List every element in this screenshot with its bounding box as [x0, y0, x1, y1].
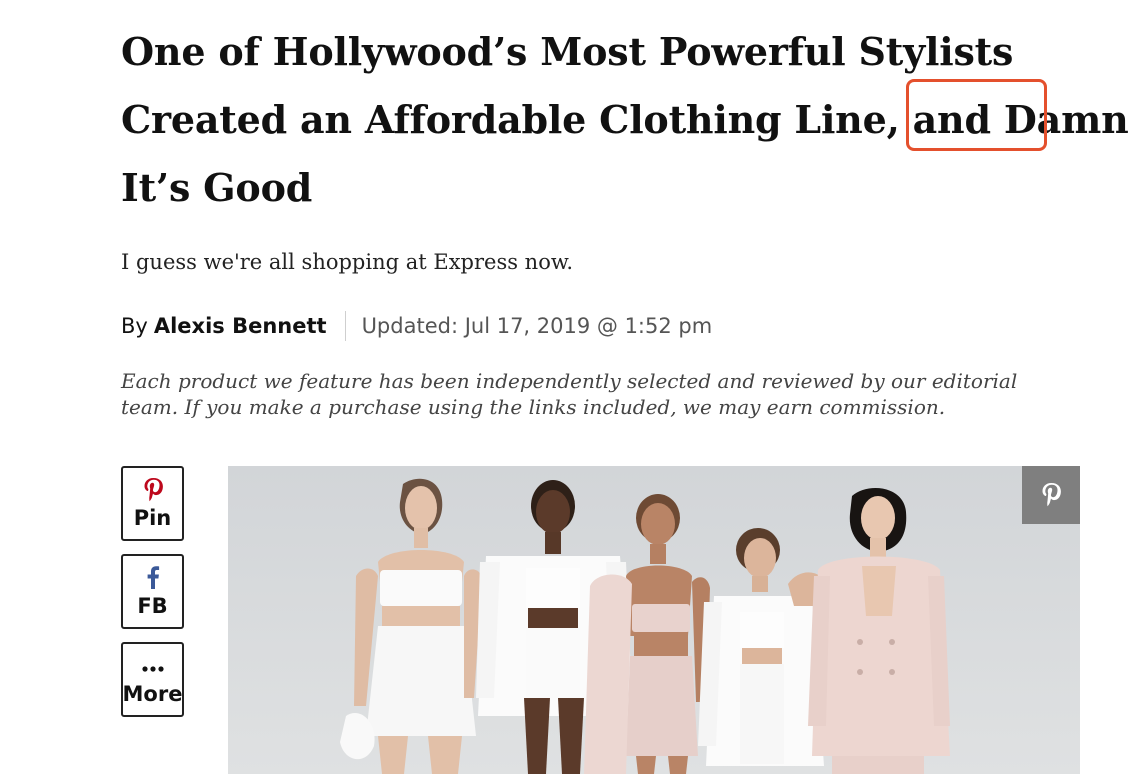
article-dek: I guess we're all shopping at Express no… — [121, 250, 574, 274]
more-dots-icon — [141, 653, 165, 681]
hero-photo-illustration — [228, 466, 1080, 774]
pin-share-button[interactable]: Pin — [121, 466, 184, 541]
hero-image — [228, 466, 1080, 774]
more-share-button[interactable]: More — [121, 642, 184, 717]
byline: By Alexis Bennett Updated: Jul 17, 2019 … — [121, 309, 712, 343]
headline-line-3: It’s Good — [121, 165, 313, 210]
updated-timestamp: Updated: Jul 17, 2019 @ 1:52 pm — [361, 314, 713, 338]
headline-line-2: Created an Affordable Clothing Line, and… — [121, 97, 1128, 142]
byline-prefix: By — [121, 314, 148, 338]
pin-share-label: Pin — [133, 505, 172, 530]
author-link[interactable]: Alexis Bennett — [154, 314, 327, 338]
more-share-label: More — [122, 681, 183, 706]
byline-divider — [344, 311, 346, 341]
facebook-share-button[interactable]: FB — [121, 554, 184, 629]
facebook-share-label: FB — [137, 593, 168, 618]
facebook-icon — [146, 565, 160, 593]
pinterest-icon — [143, 477, 163, 505]
pinterest-icon — [1041, 482, 1061, 508]
headline-line-1: One of Hollywood’s Most Powerful Stylist… — [121, 29, 1014, 74]
affiliate-disclaimer: Each product we feature has been indepen… — [121, 369, 1018, 419]
headline: One of Hollywood’s Most Powerful Stylist… — [121, 18, 1128, 222]
hero-pin-button[interactable] — [1022, 466, 1080, 524]
